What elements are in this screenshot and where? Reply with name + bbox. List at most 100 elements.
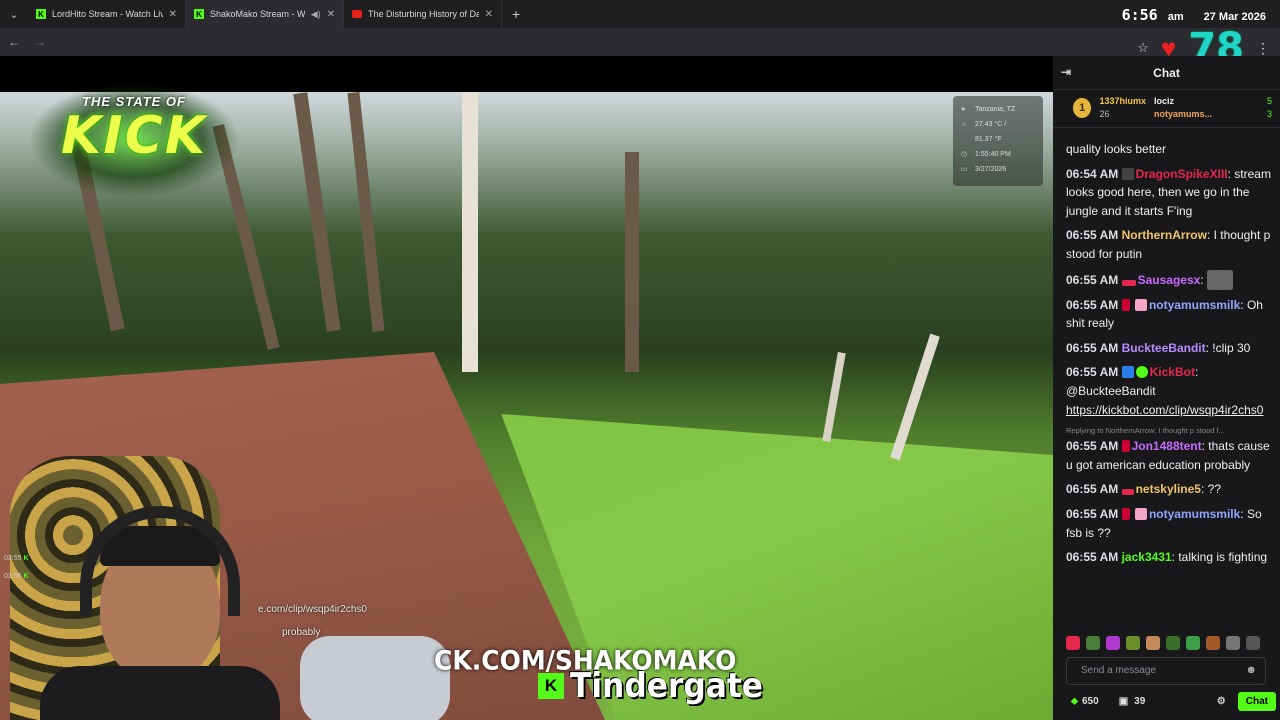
new-tab-plus-icon[interactable]: +: [512, 6, 520, 22]
tree-trunk: [293, 92, 341, 332]
browser-menu-icon[interactable]: ⋮: [1256, 40, 1270, 57]
weather-temp-c: 27.43 °C /: [975, 121, 1007, 128]
emote-icon[interactable]: [1066, 636, 1080, 650]
send-message-placeholder: Send a message: [1081, 665, 1157, 676]
chat-footer: ⬥ 650 ▣ 39 ⚙ Chat: [1071, 690, 1276, 712]
emote-icon[interactable]: [1146, 636, 1160, 650]
message-user[interactable]: KickBot: [1150, 365, 1195, 379]
forward-arrow-icon[interactable]: →: [34, 35, 46, 49]
user-badge-icon: [1121, 298, 1130, 311]
tab-label: ShakoMako Stream - Watc: [210, 9, 305, 19]
chat-message: 06:55 AM Sausagesx:: [1066, 269, 1272, 290]
message-user[interactable]: Sausagesx: [1138, 273, 1201, 287]
message-time: 06:55 AM: [1066, 340, 1119, 355]
close-tab-icon[interactable]: ✕: [485, 9, 493, 20]
streamer-webcam: [0, 456, 450, 720]
close-tab-icon[interactable]: ✕: [169, 9, 177, 20]
send-chat-button[interactable]: Chat: [1237, 691, 1276, 711]
message-time: 06:55 AM: [1066, 439, 1119, 454]
leader-first-count: 26: [1099, 109, 1110, 119]
browser-toolbar: ← → ☆ ♥ 78 ⋮: [0, 28, 1280, 68]
message-text: @BuckteeBandit: [1066, 383, 1156, 398]
calendar-icon: ▭: [961, 166, 968, 173]
thermometer-icon: ☼: [961, 121, 968, 128]
leader-second-count: 5: [1266, 96, 1272, 106]
emote-icon[interactable]: [1226, 636, 1240, 650]
back-arrow-icon[interactable]: ←: [8, 35, 20, 49]
message-user[interactable]: netskyline5: [1136, 482, 1201, 496]
chat-message: 06:55 AM netskyline5: ??: [1066, 482, 1221, 497]
emote-icon[interactable]: [1186, 636, 1200, 650]
chat-header: ⇥ Chat: [1053, 56, 1280, 90]
channel-points[interactable]: ⬥ 650: [1071, 696, 1099, 707]
chat-message: Replying to NorthernArrow: I thought p s…: [1066, 425, 1272, 474]
gift-counter[interactable]: ▣ 39: [1119, 696, 1146, 707]
user-badge-icon: [1121, 279, 1136, 286]
clip-link[interactable]: https://kickbot.com/clip/wsqp4ir2chs0: [1066, 401, 1272, 420]
location-icon: ●: [961, 106, 966, 113]
emote-icon[interactable]: [1106, 636, 1120, 650]
mini-chat-overlay: 03:55 K 03:55 K: [4, 550, 29, 586]
logo-main-text: KICK: [60, 106, 208, 166]
message-user[interactable]: DragonSpikeXIII: [1136, 167, 1228, 181]
youtube-favicon-icon: [352, 10, 362, 18]
tab-lordhito[interactable]: K LordHito Stream - Watch Live o ✕: [28, 0, 186, 28]
subtitle-caption: K Tindergate: [538, 666, 780, 706]
weather-widget: ● Tanzania, TZ ☼ 27.43 °C / 81.37 °F ◷ 1:55…: [953, 96, 1043, 186]
user-badge-icon: [1121, 440, 1130, 453]
tab-search-chevron-icon[interactable]: ⌄: [0, 0, 28, 28]
chat-message: quality looks better: [1066, 140, 1272, 159]
audio-speaker-icon[interactable]: ◀): [311, 9, 321, 20]
leader-third-name[interactable]: notyamums...: [1154, 109, 1212, 119]
send-message-input[interactable]: Send a message ☻: [1066, 657, 1266, 685]
chat-title: Chat: [1153, 65, 1180, 80]
collapse-chat-icon[interactable]: ⇥: [1061, 65, 1071, 79]
streamer-body: [40, 666, 280, 720]
pillow: [300, 636, 450, 720]
clock-overlay: 6:56 am 27 Mar 2026: [1122, 6, 1266, 24]
bookmark-star-icon[interactable]: ☆: [1137, 40, 1149, 56]
emoji-picker-icon[interactable]: ☻: [1245, 664, 1257, 676]
emote-icon[interactable]: [1166, 636, 1180, 650]
message-user[interactable]: BuckteeBandit: [1122, 341, 1206, 355]
message-time: 06:54 AM: [1066, 166, 1119, 181]
gift-value: 39: [1134, 695, 1146, 707]
mini-chat-time: 03:55: [4, 573, 22, 580]
tab-shakomako[interactable]: K ShakoMako Stream - Watc ◀) ✕: [186, 0, 344, 28]
message-user[interactable]: Jon1488tent: [1132, 439, 1202, 453]
tab-youtube[interactable]: The Disturbing History of Dani ✕: [344, 0, 502, 28]
user-badge-icon: [1121, 507, 1130, 520]
tree-trunk: [890, 333, 940, 461]
kick-mini-icon: K: [23, 555, 29, 562]
message-user[interactable]: NorthernArrow: [1122, 228, 1207, 242]
message-time: 06:55 AM: [1066, 550, 1119, 565]
message-time: 06:55 AM: [1066, 482, 1119, 497]
clock-ampm: am: [1167, 11, 1184, 23]
message-user[interactable]: notyamumsmilk: [1149, 507, 1240, 521]
tab-label: The Disturbing History of Dani: [368, 9, 479, 19]
chat-settings-gear-icon[interactable]: ⚙: [1217, 696, 1226, 707]
user-badge-icon: [1121, 167, 1134, 180]
close-tab-icon[interactable]: ✕: [327, 9, 335, 20]
screen: ⌄ K LordHito Stream - Watch Live o ✕ K S…: [0, 0, 1280, 720]
emote-icon[interactable]: [1126, 636, 1140, 650]
leader-first-name[interactable]: 1337hiumx: [1099, 96, 1146, 106]
mini-chat-time: 03:55: [4, 555, 22, 562]
emote-icon[interactable]: [1206, 636, 1220, 650]
chat-panel: ⇥ Chat 1 1337hiumx 26 lociz 5 notyamums..…: [1053, 56, 1280, 720]
gift-badge-icon: [1134, 507, 1147, 520]
leader-second-name[interactable]: lociz: [1154, 96, 1174, 106]
tree-trunk: [347, 92, 385, 332]
gift-leaderboard: 1 1337hiumx 26 lociz 5 notyamums... 3: [1053, 90, 1280, 128]
chat-message: 06:55 AM BuckteeBandit: !clip 30: [1066, 340, 1251, 355]
user-badge-icon: [1121, 489, 1134, 496]
chat-message-list: quality looks better 06:54 AM DragonSpik…: [1053, 140, 1280, 632]
message-user[interactable]: jack3431: [1122, 550, 1172, 564]
emote-icon[interactable]: [1086, 636, 1100, 650]
video-player[interactable]: ● Tanzania, TZ ☼ 27.43 °C / 81.37 °F ◷ 1:55…: [0, 56, 1053, 720]
reply-context[interactable]: Replying to NorthernArrow: I thought p s…: [1066, 425, 1272, 437]
tree-trunk: [822, 351, 846, 443]
points-value: 650: [1082, 695, 1099, 707]
message-user[interactable]: notyamumsmilk: [1149, 298, 1240, 312]
emote-icon[interactable]: [1246, 636, 1260, 650]
